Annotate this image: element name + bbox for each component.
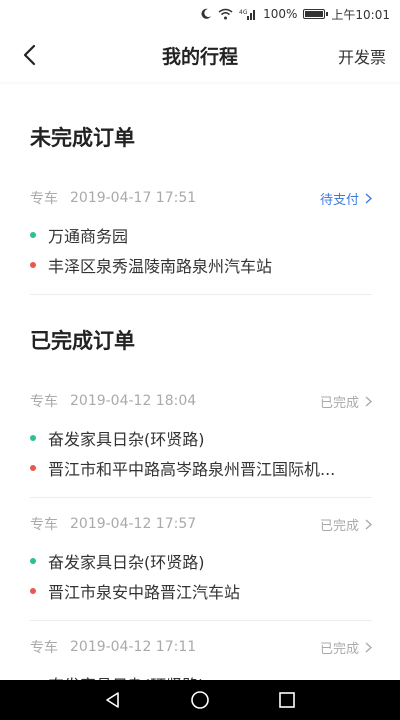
chevron-right-icon — [365, 395, 372, 407]
order-status-label: 待支付 — [319, 192, 359, 208]
order-status-label: 已完成 — [319, 641, 359, 657]
recents-button[interactable] — [272, 685, 302, 715]
battery-icon — [303, 9, 329, 19]
end-address: 丰泽区泉秀温陵南路泉州汽车站 — [30, 250, 372, 280]
order-type: 专车 — [30, 191, 58, 207]
end-dot — [30, 465, 36, 471]
order-item[interactable]: 专车 2019-04-12 17:11 已完成 奋发家具日杂(环贤路) — [30, 621, 372, 680]
unfinished-section-title: 未完成订单 — [30, 126, 135, 150]
end-address-text: 晋江市泉安中路晋江汽车站 — [48, 583, 241, 602]
svg-text:4G: 4G — [239, 9, 248, 16]
clock: 上午10:01 — [331, 7, 390, 22]
start-address: 奋发家具日杂(环贤路) — [30, 546, 372, 576]
start-address: 奋发家具日杂(环贤路) — [30, 423, 372, 453]
moon-icon — [200, 8, 212, 20]
order-status[interactable]: 已完成 — [320, 515, 372, 534]
start-address-text: 奋发家具日杂(环贤路) — [48, 553, 205, 572]
order-time: 2019-04-17 17:51 — [70, 190, 197, 206]
order-time: 2019-04-12 17:11 — [70, 639, 197, 655]
chevron-right-icon — [365, 192, 372, 204]
order-status-label: 已完成 — [319, 395, 359, 411]
order-item[interactable]: 专车 2019-04-12 17:57 已完成 奋发家具日杂(环贤路) 晋江市泉… — [30, 498, 372, 621]
start-address-text: 奋发家具日杂(环贤路) — [48, 430, 205, 449]
order-item[interactable]: 专车 2019-04-17 17:51 待支付 万通商务园 丰泽区泉秀温陵南路泉… — [30, 172, 372, 295]
order-status-label: 已完成 — [319, 518, 359, 534]
order-status[interactable]: 已完成 — [320, 638, 372, 657]
order-item[interactable]: 专车 2019-04-12 18:04 已完成 奋发家具日杂(环贤路) 晋江市和… — [30, 375, 372, 498]
wifi-icon — [218, 8, 233, 20]
home-button[interactable] — [185, 685, 215, 715]
start-address: 奋发家具日杂(环贤路) — [30, 669, 372, 680]
home-circle-icon — [191, 691, 209, 709]
order-time: 2019-04-12 18:04 — [70, 393, 197, 409]
start-dot — [30, 435, 36, 441]
page-title: 我的行程 — [161, 45, 238, 68]
start-address: 万通商务园 — [30, 220, 372, 250]
chevron-right-icon — [365, 641, 372, 653]
order-status[interactable]: 待支付 — [320, 189, 372, 208]
end-address-text: 丰泽区泉秀温陵南路泉州汽车站 — [48, 257, 273, 276]
end-dot — [30, 262, 36, 268]
finished-section-title: 已完成订单 — [30, 329, 135, 353]
order-type: 专车 — [30, 517, 58, 533]
end-address-text: 晋江市和平中路高岑路泉州晋江国际机... — [48, 460, 336, 479]
order-type: 专车 — [30, 640, 58, 656]
start-address-text: 奋发家具日杂(环贤路) — [48, 672, 205, 680]
chevron-right-icon — [365, 518, 372, 530]
trip-list[interactable]: 未完成订单 专车 2019-04-17 17:51 待支付 万通商务园 丰泽区泉… — [0, 82, 400, 680]
chevron-left-icon — [23, 44, 36, 66]
invoice-button[interactable]: 开发票 — [338, 44, 386, 68]
order-type: 专车 — [30, 394, 58, 410]
start-dot — [30, 558, 36, 564]
end-dot — [30, 588, 36, 594]
order-status[interactable]: 已完成 — [320, 392, 372, 411]
recents-square-icon — [278, 692, 295, 708]
signal-icon: 4G — [239, 8, 257, 20]
end-address: 晋江市和平中路高岑路泉州晋江国际机... — [30, 453, 372, 483]
back-triangle-button[interactable] — [98, 685, 128, 715]
back-triangle-icon — [106, 692, 120, 708]
start-address-text: 万通商务园 — [48, 227, 129, 246]
status-bar: 4G 100% 上午10:01 — [0, 0, 400, 28]
system-nav-bar — [0, 680, 400, 720]
battery-percent: 100% — [263, 7, 298, 21]
end-address: 晋江市泉安中路晋江汽车站 — [30, 576, 372, 606]
start-dot — [30, 232, 36, 238]
nav-bar: 我的行程 开发票 — [0, 28, 400, 82]
order-time: 2019-04-12 17:57 — [70, 516, 197, 532]
back-button[interactable] — [14, 40, 44, 70]
